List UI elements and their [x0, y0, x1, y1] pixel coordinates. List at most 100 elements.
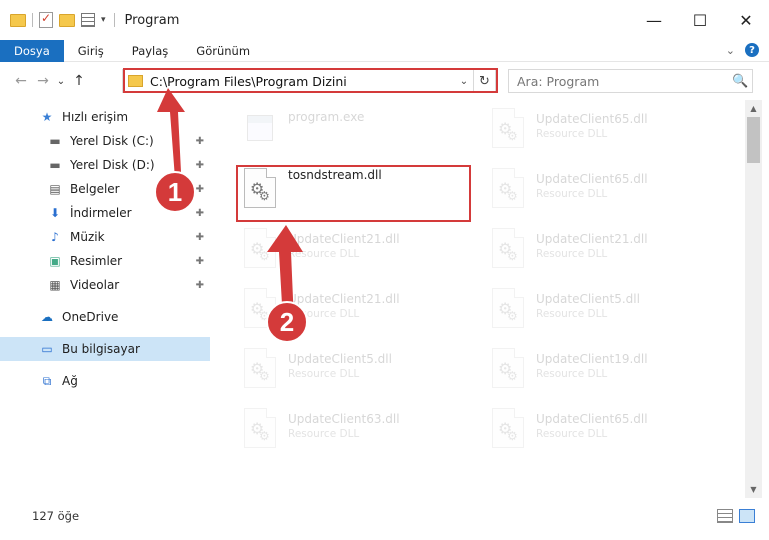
details-view-icon[interactable]	[717, 509, 733, 523]
dll-file-icon: ⚙ ⚙	[240, 284, 280, 332]
divider	[32, 13, 33, 27]
videos-icon: ▦	[49, 278, 61, 292]
drive-icon: ▬	[49, 158, 61, 172]
tab-share[interactable]: Paylaş	[118, 40, 183, 62]
pin-icon[interactable]: ✚	[196, 136, 204, 147]
sidebar-item-downloads[interactable]: ⬇ İndirmeler ✚	[0, 201, 210, 225]
up-button[interactable]: ↑	[68, 70, 90, 92]
new-folder-icon[interactable]	[59, 13, 75, 27]
file-name: UpdateClient63.dll	[288, 412, 400, 426]
chevron-down-icon[interactable]: ▾	[101, 15, 106, 25]
pin-icon[interactable]: ✚	[196, 208, 204, 219]
tab-file[interactable]: Dosya	[0, 39, 64, 62]
expand-ribbon-icon[interactable]: ⌄	[726, 44, 735, 57]
file-name: UpdateClient5.dll	[536, 292, 640, 306]
search-input[interactable]: Ara: Program	[517, 74, 732, 89]
vertical-scrollbar[interactable]: ▲ ▼	[745, 100, 762, 498]
pin-icon[interactable]: ✚	[196, 232, 204, 243]
sidebar-item-label: Müzik	[70, 230, 105, 244]
sidebar-item-videos[interactable]: ▦ Videolar ✚	[0, 273, 210, 297]
folder-icon[interactable]	[10, 13, 26, 27]
file-item[interactable]: ⚙ ⚙ UpdateClient65.dll Resource DLL	[488, 404, 723, 458]
dll-file-icon: ⚙ ⚙	[488, 164, 528, 212]
file-item[interactable]: ⚙ ⚙ UpdateClient21.dll Resource DLL	[488, 224, 723, 278]
large-icons-view-icon[interactable]	[739, 509, 755, 523]
file-list: program.exe ⚙ ⚙ tosndstream.dll ⚙ ⚙ Update…	[212, 100, 745, 498]
file-type: Resource DLL	[288, 308, 360, 320]
sidebar-item-quick-access[interactable]: ★ Hızlı erişim	[0, 105, 210, 129]
pin-icon[interactable]: ✚	[196, 160, 204, 171]
download-icon: ⬇	[49, 206, 61, 220]
sidebar-item-pictures[interactable]: ▣ Resimler ✚	[0, 249, 210, 273]
file-item[interactable]: ⚙ ⚙ UpdateClient19.dll Resource DLL	[488, 344, 723, 398]
scrollbar-thumb[interactable]	[747, 117, 760, 163]
navigation-pane: ★ Hızlı erişim ▬ Yerel Disk (C:) ✚ ▬ Yer…	[0, 100, 212, 498]
dll-file-icon: ⚙ ⚙	[240, 404, 280, 452]
scroll-down-icon[interactable]: ▼	[745, 481, 762, 498]
sidebar-item-label: Yerel Disk (C:)	[70, 134, 154, 148]
file-type: Resource DLL	[536, 128, 608, 140]
sidebar-item-music[interactable]: ♪ Müzik ✚	[0, 225, 210, 249]
file-type: Resource DLL	[536, 308, 608, 320]
pin-icon[interactable]: ✚	[196, 256, 204, 267]
sidebar-item-label: İndirmeler	[70, 206, 132, 220]
back-button[interactable]: ←	[10, 70, 32, 92]
minimize-button[interactable]: —	[631, 0, 677, 40]
file-name: UpdateClient65.dll	[536, 412, 648, 426]
search-box[interactable]: Ara: Program 🔍	[508, 69, 753, 93]
computer-icon: ▭	[41, 342, 53, 356]
file-item[interactable]: ⚙ ⚙ UpdateClient5.dll Resource DLL	[488, 284, 723, 338]
sidebar-item-label: Belgeler	[70, 182, 120, 196]
window-title: Program	[124, 12, 180, 28]
file-item[interactable]: ⚙ ⚙ UpdateClient65.dll Resource DLL	[488, 164, 723, 218]
item-count: 127 öğe	[32, 509, 80, 523]
sidebar-item-label: Videolar	[70, 278, 120, 292]
file-name: UpdateClient5.dll	[288, 352, 392, 366]
dll-file-icon: ⚙ ⚙	[240, 344, 280, 392]
file-type: Resource DLL	[536, 248, 608, 260]
recent-locations-button[interactable]: ⌄	[54, 70, 68, 92]
file-item[interactable]: ⚙ ⚙ UpdateClient21.dll Resource DLL	[240, 284, 475, 338]
file-type: Resource DLL	[536, 188, 608, 200]
file-item[interactable]: ⚙ ⚙ UpdateClient5.dll Resource DLL	[240, 344, 475, 398]
help-icon[interactable]: ?	[745, 43, 759, 57]
maximize-button[interactable]: ☐	[677, 0, 723, 40]
sidebar-item-onedrive[interactable]: ☁ OneDrive	[0, 305, 210, 329]
star-icon: ★	[41, 110, 53, 124]
tab-view[interactable]: Görünüm	[182, 40, 264, 62]
cloud-icon: ☁	[41, 310, 53, 324]
search-icon[interactable]: 🔍	[732, 74, 752, 89]
customize-icon[interactable]	[81, 13, 95, 27]
dll-file-icon: ⚙ ⚙	[488, 404, 528, 452]
sidebar-item-this-pc[interactable]: ▭ Bu bilgisayar	[0, 337, 210, 361]
pin-icon[interactable]: ✚	[196, 280, 204, 291]
sidebar-item-disk-d[interactable]: ▬ Yerel Disk (D:) ✚	[0, 153, 210, 177]
file-type: Resource DLL	[536, 428, 608, 440]
file-type: Resource DLL	[288, 368, 360, 380]
sidebar-item-label: Hızlı erişim	[62, 110, 129, 124]
pin-icon[interactable]: ✚	[196, 184, 204, 195]
sidebar-item-disk-c[interactable]: ▬ Yerel Disk (C:) ✚	[0, 129, 210, 153]
file-name: UpdateClient21.dll	[288, 232, 400, 246]
properties-check-icon[interactable]	[39, 11, 53, 28]
dll-file-icon: ⚙ ⚙	[488, 104, 528, 152]
sidebar-item-documents[interactable]: ▤ Belgeler ✚	[0, 177, 210, 201]
file-item[interactable]: ⚙ ⚙ UpdateClient21.dll Resource DLL	[240, 224, 475, 278]
file-item[interactable]: ⚙ ⚙ UpdateClient65.dll Resource DLL	[488, 104, 723, 158]
exe-file-icon	[240, 104, 280, 152]
music-icon: ♪	[51, 230, 59, 244]
file-name: UpdateClient19.dll	[536, 352, 648, 366]
scroll-up-icon[interactable]: ▲	[745, 100, 762, 117]
status-bar: 127 öğe	[0, 505, 769, 527]
file-name: UpdateClient21.dll	[536, 232, 648, 246]
close-button[interactable]: ✕	[723, 0, 769, 40]
forward-button[interactable]: →	[32, 70, 54, 92]
sidebar-item-label: Ağ	[62, 374, 78, 388]
sidebar-item-network[interactable]: ⧉ Ağ	[0, 369, 210, 393]
sidebar-item-label: Resimler	[70, 254, 123, 268]
ribbon-tabs: Dosya Giriş Paylaş Görünüm ⌄ ?	[0, 39, 769, 62]
network-icon: ⧉	[42, 373, 52, 388]
file-item[interactable]: program.exe	[240, 104, 475, 158]
file-item[interactable]: ⚙ ⚙ UpdateClient63.dll Resource DLL	[240, 404, 475, 458]
tab-home[interactable]: Giriş	[64, 40, 118, 62]
